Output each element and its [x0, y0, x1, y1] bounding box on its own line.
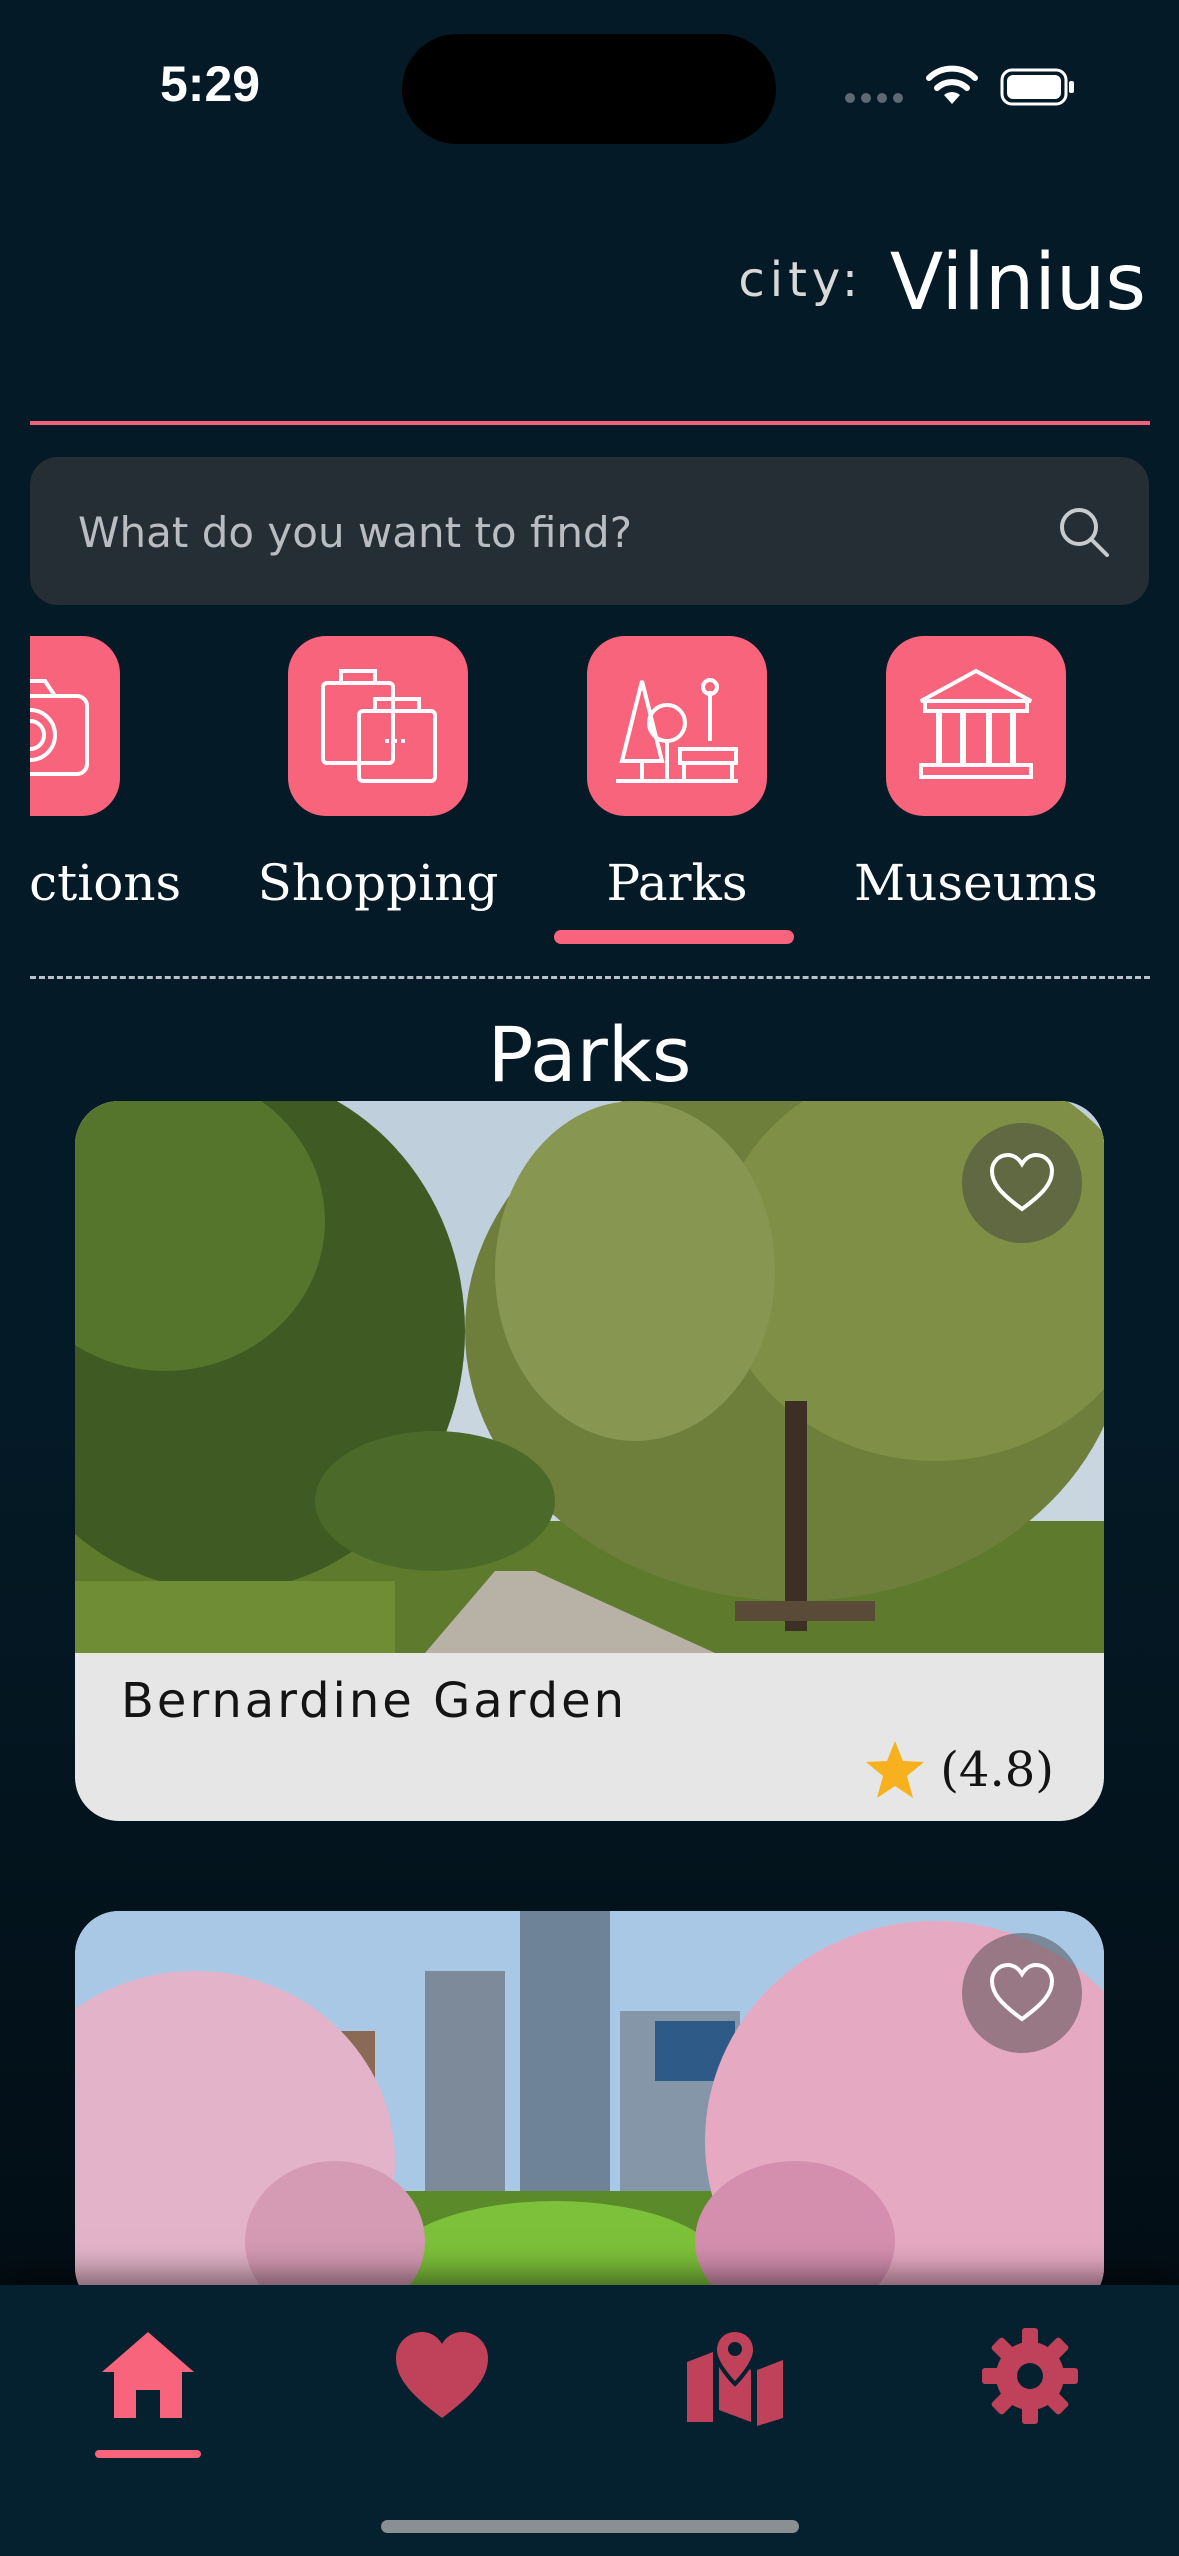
category-tile[interactable]	[30, 636, 120, 816]
active-tab-indicator	[95, 2450, 201, 2458]
category-tile[interactable]	[587, 636, 767, 816]
category-tile[interactable]	[288, 636, 468, 816]
category-attractions[interactable]: Attractions	[30, 636, 182, 926]
category-carousel[interactable]: Attractions Shopping	[30, 620, 1150, 950]
category-museums[interactable]: Museums	[846, 636, 1106, 926]
search-bar[interactable]	[30, 457, 1149, 607]
place-card[interactable]: Bernardine Garden (4.8)	[75, 1101, 1104, 1821]
home-icon[interactable]	[98, 2326, 198, 2426]
park-icon	[616, 678, 738, 783]
category-label: Attractions	[30, 854, 182, 912]
museum-icon	[919, 668, 1033, 779]
shopping-bags-icon	[321, 669, 437, 783]
camera-icon	[30, 679, 89, 776]
search-icon[interactable]	[1057, 505, 1111, 559]
category-parks[interactable]: Parks	[547, 636, 807, 926]
category-label: Parks	[606, 854, 748, 912]
favorite-button[interactable]	[962, 1933, 1082, 2053]
favorite-button[interactable]	[962, 1123, 1082, 1243]
dynamic-island	[402, 34, 776, 144]
category-shopping[interactable]: Shopping	[248, 636, 508, 926]
section-title: Parks	[487, 1010, 692, 1099]
place-name: Bernardine Garden	[121, 1673, 628, 1729]
battery-icon	[1000, 68, 1074, 106]
wifi-icon	[926, 65, 978, 104]
heart-icon[interactable]	[392, 2326, 492, 2426]
selected-category-indicator	[554, 930, 794, 944]
search-input[interactable]	[76, 457, 1030, 607]
home-indicator	[381, 2520, 799, 2533]
category-tile[interactable]	[886, 636, 1066, 816]
city-label: city:	[738, 252, 863, 308]
place-card[interactable]	[75, 1911, 1104, 2311]
place-photo	[75, 1911, 1104, 2311]
header-divider	[30, 421, 1150, 425]
status-time: 5:29	[160, 56, 261, 112]
rating-value: (4.8)	[940, 1742, 1054, 1798]
category-label: Shopping	[257, 854, 499, 912]
map-icon[interactable]	[685, 2326, 785, 2426]
city-name[interactable]: Vilnius	[890, 238, 1146, 328]
heart-outline-icon	[990, 1153, 1054, 1212]
category-label: Museums	[854, 854, 1098, 912]
star-icon	[866, 1741, 925, 1798]
cellular-signal-icon	[845, 93, 905, 107]
place-photo	[75, 1101, 1104, 1653]
gear-icon[interactable]	[980, 2326, 1080, 2426]
heart-outline-icon	[990, 1963, 1054, 2022]
section-divider	[30, 976, 1150, 979]
place-rating: (4.8)	[864, 1739, 1054, 1801]
